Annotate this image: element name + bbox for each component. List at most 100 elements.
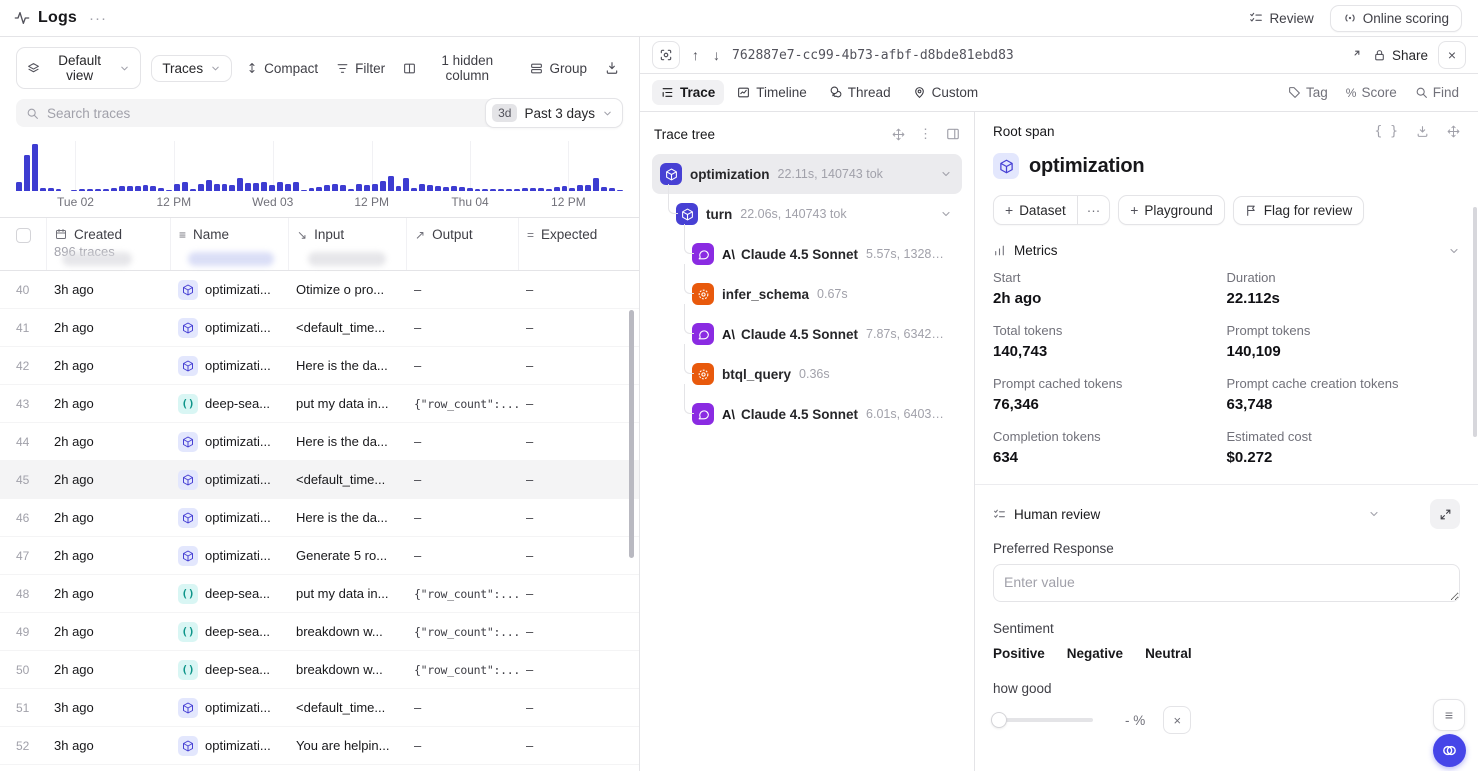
rows-icon: ≡ bbox=[179, 228, 186, 242]
column-header-output[interactable]: ↗ Output bbox=[406, 218, 518, 270]
cell-output: – bbox=[406, 434, 518, 449]
online-scoring-button[interactable]: Online scoring bbox=[1330, 5, 1462, 32]
share-button[interactable]: Share bbox=[1373, 48, 1428, 63]
column-header-name[interactable]: ≡ Name bbox=[170, 218, 288, 270]
assistant-logo-button[interactable] bbox=[1433, 734, 1466, 767]
table-row[interactable]: 50 2h ago () deep-sea... breakdown w... … bbox=[0, 651, 639, 689]
how-good-label: how good bbox=[993, 681, 1460, 696]
select-all-checkbox[interactable] bbox=[16, 228, 31, 243]
metric: Duration 22.112s bbox=[1227, 270, 1461, 307]
focus-trace-button[interactable] bbox=[652, 41, 680, 69]
table-row[interactable]: 46 2h ago () optimizati... Here is the d… bbox=[0, 499, 639, 537]
expand-review-button[interactable] bbox=[1430, 499, 1460, 529]
sentiment-option-button[interactable]: Negative bbox=[1067, 644, 1123, 663]
tab-timeline[interactable]: Timeline bbox=[728, 80, 816, 105]
cell-name: () optimizati... bbox=[170, 318, 288, 338]
tree-item[interactable]: infer_schema 0.67s bbox=[652, 274, 962, 314]
review-button[interactable]: Review bbox=[1241, 6, 1321, 31]
page-menu-button[interactable]: ··· bbox=[89, 10, 107, 27]
collapse-metrics-button[interactable] bbox=[1448, 245, 1460, 257]
sentiment-option-button[interactable]: Positive bbox=[993, 644, 1045, 663]
dataset-more-button[interactable]: ··· bbox=[1078, 195, 1111, 225]
move-icon[interactable] bbox=[1447, 125, 1460, 138]
table-row[interactable]: 44 2h ago () optimizati... Here is the d… bbox=[0, 423, 639, 461]
tree-item[interactable]: optimization 22.11s, 140743 tok bbox=[652, 154, 962, 194]
span-type-icon: () bbox=[178, 698, 198, 718]
score-button[interactable]: % Score bbox=[1339, 81, 1404, 104]
previous-trace-button[interactable]: ↑ bbox=[690, 45, 701, 65]
open-fullscreen-icon[interactable] bbox=[1346, 47, 1363, 64]
chevron-down-icon[interactable] bbox=[940, 168, 952, 180]
detail-scrollbar[interactable] bbox=[1473, 207, 1477, 437]
histogram-bar bbox=[229, 185, 235, 191]
field-menu-button[interactable]: ≡ bbox=[1433, 699, 1465, 731]
table-row[interactable]: 40 3h ago () optimizati... Otimize o pro… bbox=[0, 271, 639, 309]
json-view-button[interactable]: { } bbox=[1375, 124, 1398, 139]
view-selector[interactable]: Default view bbox=[16, 47, 141, 89]
tag-button[interactable]: Tag bbox=[1281, 81, 1335, 104]
tree-item[interactable]: A\ Claude 4.5 Sonnet 7.87s, 63426 tok bbox=[652, 314, 962, 354]
close-panel-button[interactable]: × bbox=[1438, 41, 1466, 69]
tree-item[interactable]: A\ Claude 4.5 Sonnet 5.57s, 13283 tok bbox=[652, 234, 962, 274]
cell-created: 2h ago bbox=[46, 358, 170, 373]
hidden-column-button[interactable]: 1 hidden column bbox=[399, 49, 516, 87]
tab-thread[interactable]: Thread bbox=[820, 80, 900, 105]
histogram-bar bbox=[427, 185, 433, 191]
column-header-expected[interactable]: = Expected bbox=[518, 218, 639, 270]
tab-custom[interactable]: Custom bbox=[904, 80, 988, 105]
span-icon bbox=[692, 243, 714, 265]
tree-menu-icon[interactable]: ⋮ bbox=[919, 126, 932, 142]
human-review-title: Human review bbox=[1014, 507, 1100, 522]
export-button[interactable] bbox=[601, 57, 623, 79]
table-row[interactable]: 51 3h ago () optimizati... <default_time… bbox=[0, 689, 639, 727]
find-button[interactable]: Find bbox=[1408, 81, 1466, 104]
traces-selector[interactable]: Traces bbox=[151, 55, 232, 82]
logs-list-panel: Default view Traces Compact Filter 1 hid… bbox=[0, 37, 640, 771]
panel-toggle-icon[interactable] bbox=[946, 127, 960, 141]
filter-button[interactable]: Filter bbox=[332, 57, 389, 80]
histogram-bar bbox=[158, 188, 164, 192]
table-row[interactable]: 52 3h ago () optimizati... You are helpi… bbox=[0, 727, 639, 765]
tab-trace[interactable]: Trace bbox=[652, 80, 724, 105]
add-to-playground-button[interactable]: + Playground bbox=[1118, 195, 1225, 225]
chevron-down-icon[interactable] bbox=[940, 208, 952, 220]
table-row[interactable]: 42 2h ago () optimizati... Here is the d… bbox=[0, 347, 639, 385]
thread-icon bbox=[829, 86, 842, 99]
add-to-dataset-button[interactable]: + Dataset bbox=[993, 195, 1078, 225]
preferred-response-input[interactable] bbox=[993, 564, 1460, 602]
tree-item[interactable]: turn 22.06s, 140743 tok bbox=[652, 194, 962, 234]
chevron-down-icon[interactable] bbox=[1368, 508, 1380, 520]
table-row[interactable]: 41 2h ago () optimizati... <default_time… bbox=[0, 309, 639, 347]
histogram-bar bbox=[546, 189, 552, 192]
row-number: 45 bbox=[0, 473, 46, 487]
column-header-input[interactable]: ↘ Input bbox=[288, 218, 406, 270]
sentiment-option-button[interactable]: Neutral bbox=[1145, 644, 1192, 663]
tree-item[interactable]: A\ Claude 4.5 Sonnet 6.01s, 64034 tok bbox=[652, 394, 962, 434]
time-range-selector[interactable]: 3d Past 3 days bbox=[485, 98, 623, 128]
next-trace-button[interactable]: ↓ bbox=[711, 45, 722, 65]
download-span-button[interactable] bbox=[1416, 125, 1429, 138]
flag-for-review-button[interactable]: Flag for review bbox=[1233, 196, 1365, 225]
table-row[interactable]: 49 2h ago () deep-sea... breakdown w... … bbox=[0, 613, 639, 651]
table-row[interactable]: 48 2h ago () deep-sea... put my data in.… bbox=[0, 575, 639, 613]
row-number: 46 bbox=[0, 511, 46, 525]
cell-input: breakdown w... bbox=[288, 662, 406, 677]
cell-input: You are helpin... bbox=[288, 738, 406, 753]
clear-score-button[interactable]: × bbox=[1163, 706, 1191, 734]
group-button[interactable]: Group bbox=[526, 57, 591, 80]
how-good-slider[interactable] bbox=[993, 718, 1093, 722]
move-icon[interactable] bbox=[892, 128, 905, 141]
compact-toggle[interactable]: Compact bbox=[242, 57, 322, 80]
table-row[interactable]: 43 2h ago () deep-sea... put my data in.… bbox=[0, 385, 639, 423]
table-row[interactable]: 47 2h ago () optimizati... Generate 5 ro… bbox=[0, 537, 639, 575]
timeline-icon bbox=[737, 86, 750, 99]
histogram-bar bbox=[32, 144, 38, 192]
slider-knob[interactable] bbox=[991, 712, 1007, 728]
span-type-icon: () bbox=[178, 394, 198, 414]
table-scrollbar[interactable] bbox=[629, 310, 634, 558]
cell-output: – bbox=[406, 700, 518, 715]
tree-item[interactable]: btql_query 0.36s bbox=[652, 354, 962, 394]
table-row[interactable]: 45 2h ago () optimizati... <default_time… bbox=[0, 461, 639, 499]
traces-histogram[interactable]: Tue 0212 PMWed 0312 PMThu 0412 PM bbox=[16, 141, 623, 209]
span-type-icon: () bbox=[178, 432, 198, 452]
